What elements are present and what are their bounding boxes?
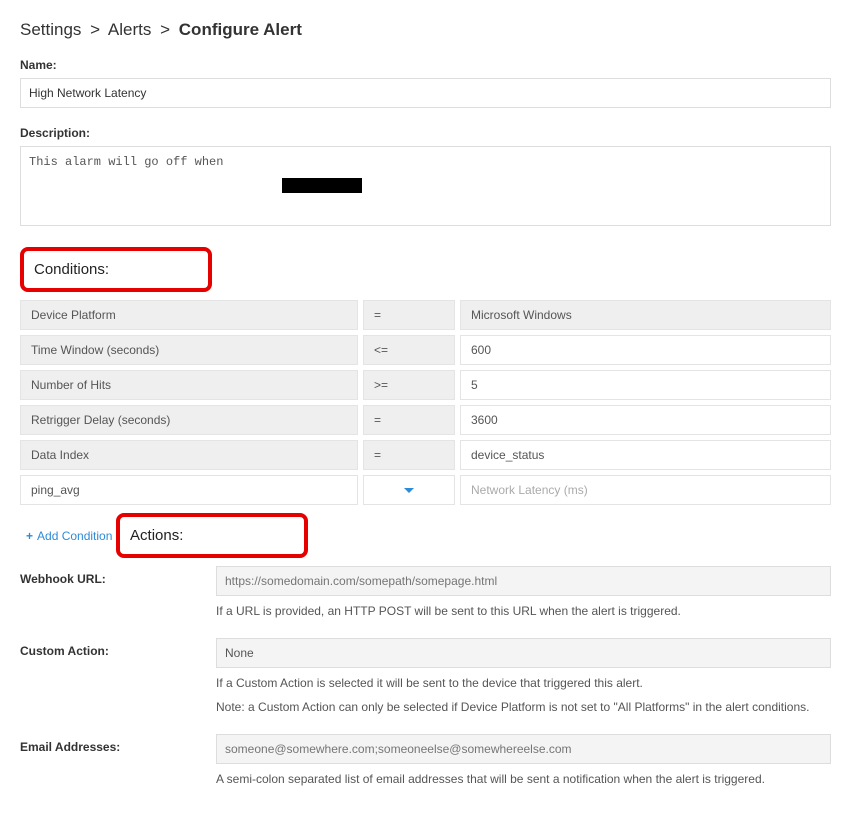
add-condition-label: Add Condition (37, 529, 112, 543)
condition-key[interactable]: Retrigger Delay (seconds) (20, 405, 358, 435)
email-input[interactable] (216, 734, 831, 764)
custom-action-select[interactable]: None (216, 638, 831, 668)
condition-key[interactable]: Data Index (20, 440, 358, 470)
breadcrumb-sep: > (160, 20, 170, 39)
description-textarea[interactable] (20, 146, 831, 226)
custom-action-help2: Note: a Custom Action can only be select… (216, 698, 831, 716)
conditions-grid: Device Platform = Microsoft Windows Time… (20, 300, 831, 505)
redaction-block (282, 178, 362, 193)
condition-key[interactable]: Number of Hits (20, 370, 358, 400)
condition-row: Data Index = device_status (20, 440, 831, 470)
webhook-help: If a URL is provided, an HTTP POST will … (216, 602, 831, 620)
condition-op-dropdown[interactable] (363, 475, 455, 505)
conditions-header: Conditions: (30, 255, 198, 284)
chevron-down-icon (404, 488, 414, 493)
webhook-input[interactable] (216, 566, 831, 596)
condition-op[interactable]: = (363, 300, 455, 330)
condition-op[interactable]: = (363, 405, 455, 435)
condition-value[interactable]: device_status (460, 440, 831, 470)
condition-value[interactable]: 3600 (460, 405, 831, 435)
actions-header: Actions: (126, 521, 294, 550)
condition-row: Number of Hits >= 5 (20, 370, 831, 400)
condition-row: Time Window (seconds) <= 600 (20, 335, 831, 365)
name-input[interactable] (20, 78, 831, 108)
condition-key[interactable]: Device Platform (20, 300, 358, 330)
condition-value[interactable]: 600 (460, 335, 831, 365)
custom-action-row: Custom Action: None If a Custom Action i… (20, 638, 831, 716)
custom-action-label: Custom Action: (20, 638, 216, 716)
condition-row: Device Platform = Microsoft Windows (20, 300, 831, 330)
name-label: Name: (20, 58, 831, 72)
conditions-header-box: Conditions: (20, 247, 212, 292)
description-label: Description: (20, 126, 831, 140)
condition-value[interactable]: Microsoft Windows (460, 300, 831, 330)
webhook-label: Webhook URL: (20, 566, 216, 620)
email-label: Email Addresses: (20, 734, 216, 788)
breadcrumb-sep: > (90, 20, 100, 39)
breadcrumb-l2[interactable]: Alerts (108, 20, 151, 39)
condition-value[interactable]: 5 (460, 370, 831, 400)
condition-value-placeholder[interactable]: Network Latency (ms) (460, 475, 831, 505)
breadcrumb-current: Configure Alert (179, 20, 302, 39)
condition-row-custom: ping_avg Network Latency (ms) (20, 475, 831, 505)
custom-action-help1: If a Custom Action is selected it will b… (216, 674, 831, 692)
condition-op[interactable]: >= (363, 370, 455, 400)
condition-key-input[interactable]: ping_avg (20, 475, 358, 505)
breadcrumb-l1[interactable]: Settings (20, 20, 81, 39)
actions-header-box: Actions: (116, 513, 308, 558)
plus-icon: + (26, 529, 33, 543)
email-help: A semi-colon separated list of email add… (216, 770, 831, 788)
breadcrumb: Settings > Alerts > Configure Alert (20, 20, 831, 40)
condition-op[interactable]: = (363, 440, 455, 470)
add-condition-link[interactable]: + Add Condition (26, 529, 112, 543)
email-row: Email Addresses: A semi-colon separated … (20, 734, 831, 788)
webhook-row: Webhook URL: If a URL is provided, an HT… (20, 566, 831, 620)
condition-row: Retrigger Delay (seconds) = 3600 (20, 405, 831, 435)
condition-key[interactable]: Time Window (seconds) (20, 335, 358, 365)
condition-op[interactable]: <= (363, 335, 455, 365)
